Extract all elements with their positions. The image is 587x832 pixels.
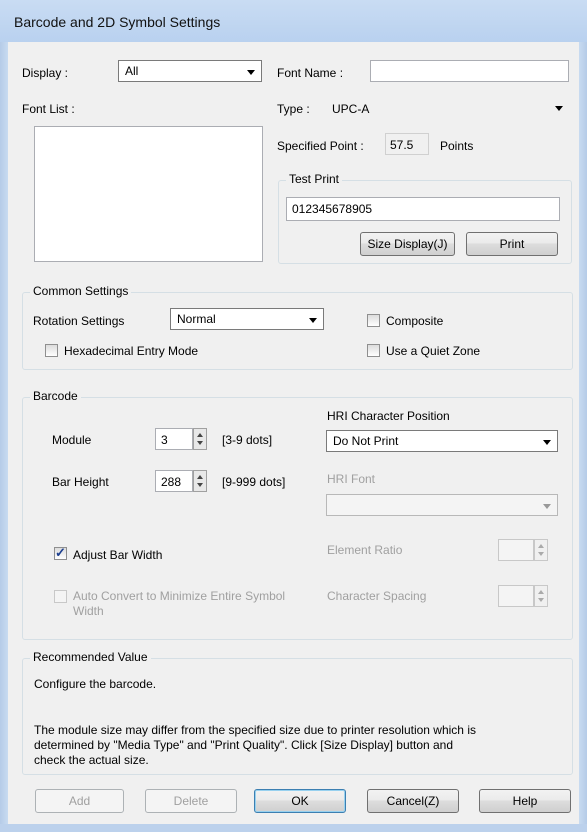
bar-height-value: 288 — [161, 475, 182, 489]
hri-position-dropdown[interactable]: Do Not Print — [326, 430, 558, 452]
test-print-value: 012345678905 — [292, 202, 373, 216]
bar-height-label: Bar Height — [52, 475, 109, 489]
chevron-down-icon — [247, 70, 255, 75]
window-frame-right — [579, 42, 587, 832]
recommended-line-1: Configure the barcode. — [34, 677, 157, 691]
chevron-down-icon — [543, 440, 551, 445]
font-list-label: Font List : — [22, 102, 75, 116]
barcode-title: Barcode — [30, 389, 81, 403]
delete-button[interactable]: Delete — [145, 789, 237, 813]
rotation-dropdown[interactable]: Normal — [170, 308, 324, 330]
character-spacing-spinner[interactable] — [534, 585, 548, 607]
character-spacing-input[interactable] — [498, 585, 534, 607]
recommended-line-2: The module size may differ from the spec… — [34, 723, 476, 737]
font-list-box[interactable] — [34, 126, 263, 262]
type-dropdown[interactable]: UPC-A — [326, 96, 569, 118]
chevron-down-icon — [543, 504, 551, 509]
type-value: UPC-A — [332, 102, 370, 116]
module-value: 3 — [161, 433, 168, 447]
auto-convert-label: Auto Convert to Minimize Entire Symbol — [73, 589, 286, 603]
display-value: All — [125, 64, 139, 78]
window-title: Barcode and 2D Symbol Settings — [14, 14, 221, 30]
font-name-label: Font Name : — [277, 66, 344, 80]
element-ratio-label: Element Ratio — [327, 543, 403, 557]
ok-button[interactable]: OK — [254, 789, 346, 813]
auto-convert-checkbox[interactable] — [54, 590, 67, 603]
recommended-value-title: Recommended Value — [30, 650, 151, 664]
quiet-zone-checkbox[interactable] — [367, 344, 380, 357]
type-label: Type : — [277, 102, 310, 116]
rotation-settings-label: Rotation Settings — [33, 314, 125, 328]
character-spacing-label: Character Spacing — [327, 589, 427, 603]
font-name-input[interactable] — [370, 60, 569, 82]
hri-position-value: Do Not Print — [333, 434, 399, 448]
hri-font-label: HRI Font — [327, 472, 376, 486]
common-settings-title: Common Settings — [30, 284, 132, 298]
common-settings-group — [22, 292, 573, 370]
add-button[interactable]: Add — [35, 789, 124, 813]
points-unit: Points — [440, 139, 474, 153]
module-label: Module — [52, 433, 92, 447]
help-button[interactable]: Help — [479, 789, 571, 813]
adjust-bar-width-label: Adjust Bar Width — [73, 548, 163, 562]
hexadecimal-label: Hexadecimal Entry Mode — [64, 344, 199, 358]
adjust-bar-width-checkbox[interactable] — [54, 545, 67, 561]
auto-convert-label-2: Width — [73, 604, 104, 618]
specified-point-label: Specified Point : — [277, 139, 364, 153]
chevron-down-icon — [555, 106, 563, 111]
hri-font-dropdown[interactable] — [326, 494, 558, 516]
bar-height-spinner[interactable] — [193, 470, 207, 492]
print-button[interactable]: Print — [466, 232, 558, 256]
window-frame-left — [0, 42, 8, 832]
recommended-line-3: determined by "Media Type" and "Print Qu… — [34, 738, 454, 752]
specified-point-value: 57.5 — [390, 138, 414, 152]
element-ratio-input[interactable] — [498, 539, 534, 561]
specified-point-box: 57.5 — [385, 133, 429, 155]
element-ratio-spinner[interactable] — [534, 539, 548, 561]
hri-position-label: HRI Character Position — [327, 409, 450, 423]
composite-checkbox[interactable] — [367, 314, 380, 327]
module-input[interactable]: 3 — [155, 428, 193, 450]
bar-height-range: [9-999 dots] — [222, 475, 286, 489]
cancel-button[interactable]: Cancel(Z) — [367, 789, 459, 813]
chevron-down-icon — [309, 318, 317, 323]
rotation-value: Normal — [177, 312, 216, 326]
recommended-line-4: check the actual size. — [34, 753, 149, 767]
composite-label: Composite — [386, 314, 444, 328]
module-range: [3-9 dots] — [222, 433, 273, 447]
quiet-zone-label: Use a Quiet Zone — [386, 344, 481, 358]
test-print-input[interactable]: 012345678905 — [286, 197, 560, 221]
display-dropdown[interactable]: All — [118, 60, 262, 82]
size-display-button[interactable]: Size Display(J) — [360, 232, 455, 256]
module-spinner[interactable] — [193, 428, 207, 450]
bar-height-input[interactable]: 288 — [155, 470, 193, 492]
hexadecimal-checkbox[interactable] — [45, 344, 58, 357]
window-frame-bottom — [0, 824, 587, 832]
test-print-title: Test Print — [286, 172, 343, 186]
display-label: Display : — [22, 66, 69, 80]
